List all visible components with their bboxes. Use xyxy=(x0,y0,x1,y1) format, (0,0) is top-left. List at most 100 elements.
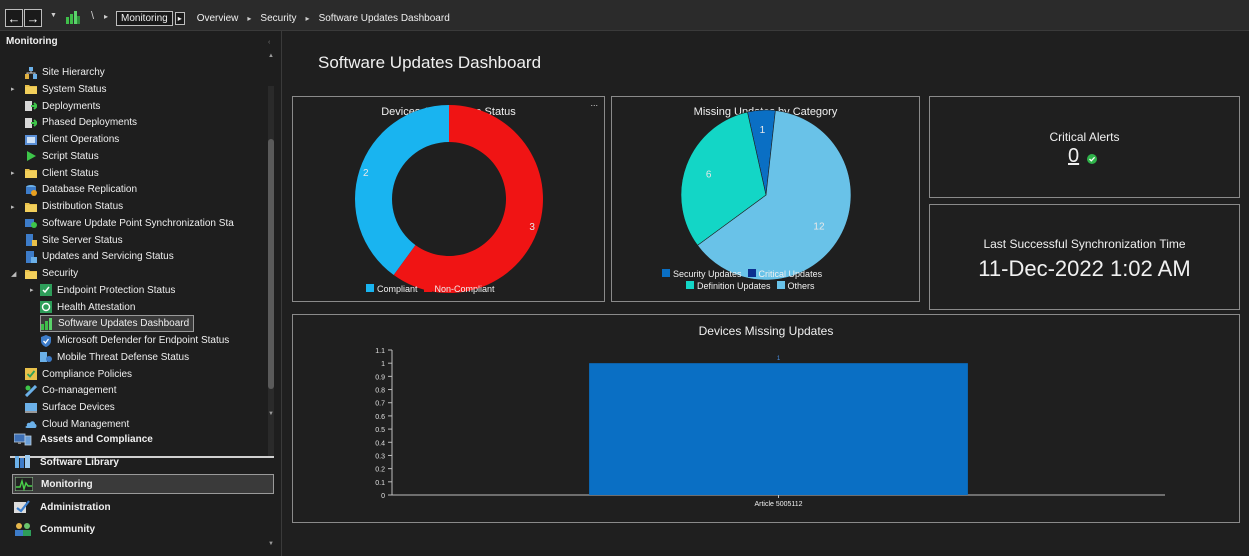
client-operations-icon xyxy=(25,134,37,146)
expand-arrow-icon[interactable]: ▸ xyxy=(11,203,15,211)
back-icon[interactable]: ← xyxy=(5,9,23,27)
scroll-up-icon[interactable]: ▲ xyxy=(268,53,274,59)
chevron-right-icon[interactable]: ▸ xyxy=(174,11,185,25)
critical-alerts-count[interactable]: 0 xyxy=(1068,145,1079,168)
tree-item-software-update-point-synchronization-sta[interactable]: Software Update Point Synchronization St… xyxy=(25,215,234,232)
legend-label: Others xyxy=(787,281,815,291)
tree-item-endpoint-protection-status[interactable]: ▸ Endpoint Protection Status xyxy=(30,282,175,299)
bar-data-label: 1 xyxy=(777,356,781,362)
deployment-icon xyxy=(25,100,39,112)
tree-item-label: Script Status xyxy=(42,150,99,162)
tree-item-deployments[interactable]: Deployments xyxy=(25,98,100,115)
folder-icon xyxy=(25,167,37,179)
tree-item-label: System Status xyxy=(42,83,107,95)
folder-icon xyxy=(25,83,37,95)
tree-item-microsoft-defender-for-endpoint-status[interactable]: Microsoft Defender for Endpoint Status xyxy=(40,332,229,349)
devices-missing-bar-chart: 0 0.1 0.2 0.3 0.4 0.5 0.6 0.7 0.8 0.9 1 1.1 1 Article… xyxy=(375,348,1165,508)
tree-scrollbar-thumb[interactable] xyxy=(268,139,274,389)
y-tick-label: 1 xyxy=(381,361,385,368)
breadcrumb: Monitoring ▸ Overview ▸ Security ▸ Softw… xyxy=(116,9,454,27)
legend-swatch xyxy=(662,269,670,277)
tree-item-label: Phased Deployments xyxy=(42,117,138,129)
expand-arrow-icon[interactable]: ▸ xyxy=(11,169,15,177)
y-tick-label: 0.1 xyxy=(375,480,385,487)
tile-devices-compliance-status[interactable]: Devices Compliance Status ... 23 Complia… xyxy=(292,96,605,302)
y-tick-label: 0.7 xyxy=(375,401,385,408)
workspace-administration[interactable]: Administration xyxy=(12,497,274,517)
root-separator: \ xyxy=(91,10,95,22)
donut-slice-compliant[interactable] xyxy=(355,105,449,276)
tree-item-distribution-status[interactable]: ▸ Distribution Status xyxy=(11,198,124,215)
tree-item-compliance-policies[interactable]: Compliance Policies xyxy=(25,366,132,383)
pane-collapse-icon[interactable]: ‹ xyxy=(268,39,270,46)
forward-icon[interactable]: → xyxy=(24,9,42,27)
software-library-icon xyxy=(14,455,32,469)
health-icon xyxy=(40,301,52,313)
administration-icon xyxy=(14,500,32,514)
tile-devices-missing-updates[interactable]: Devices Missing Updates 0 0.1 0.2 0.3 0.4 0.5… xyxy=(292,314,1240,523)
expand-arrow-icon[interactable]: ▸ xyxy=(11,85,15,93)
workspace-software-library[interactable]: Software Library xyxy=(12,452,274,472)
y-tick-label: 0.8 xyxy=(375,388,385,395)
legend-item-definition-updates: Definition Updates xyxy=(686,281,771,291)
tile-critical-alerts[interactable]: Critical Alerts 0 xyxy=(929,96,1240,198)
app-window: ← → ▼ \ ▸ Monitoring ▸ Overview ▸ Securi… xyxy=(0,0,1249,556)
workspace-monitoring[interactable]: Monitoring xyxy=(12,474,274,494)
y-tick-label: 0.9 xyxy=(375,374,385,381)
pie-label-security-updates: 1 xyxy=(760,125,766,136)
tree-item-database-replication[interactable]: Database Replication xyxy=(25,181,137,198)
legend-item-non-compliant: Non-Compliant xyxy=(423,284,495,294)
compliance-donut-chart: 23 xyxy=(355,105,543,293)
chevron-right-icon: ▸ xyxy=(305,13,310,23)
scroll-down-icon[interactable]: ▼ xyxy=(268,411,274,417)
workspace-assets-and-compliance[interactable]: Assets and Compliance xyxy=(12,429,274,449)
tree-item-label: Compliance Policies xyxy=(42,368,133,380)
tree-item-phased-deployments[interactable]: Phased Deployments xyxy=(25,114,137,131)
tree-item-surface-devices[interactable]: Surface Devices xyxy=(25,399,115,416)
folder-icon xyxy=(25,268,37,280)
breadcrumb-software-updates-dashboard[interactable]: Software Updates Dashboard xyxy=(315,13,454,24)
tree-item-health-attestation[interactable]: Health Attestation xyxy=(40,299,135,316)
tree-item-label: Microsoft Defender for Endpoint Status xyxy=(57,335,230,346)
play-icon xyxy=(25,150,37,162)
tree-item-client-status[interactable]: ▸ Client Status xyxy=(11,165,99,182)
tree-item-client-operations[interactable]: Client Operations xyxy=(25,131,119,148)
assets-icon xyxy=(13,432,32,446)
pie-label-others: 12 xyxy=(813,222,825,233)
tile-missing-updates-by-category[interactable]: Missing Updates by Category 1126 Securit… xyxy=(611,96,920,302)
breadcrumb-monitoring[interactable]: Monitoring xyxy=(116,10,173,26)
history-dropdown-icon[interactable]: ▼ xyxy=(50,12,57,19)
console-root-icon[interactable] xyxy=(66,11,80,24)
breadcrumb-overview[interactable]: Overview xyxy=(193,13,243,24)
tree-item-updates-and-servicing-status[interactable]: Updates and Servicing Status xyxy=(25,248,174,265)
pane-header: Monitoring xyxy=(6,36,58,47)
expand-arrow-icon[interactable]: ▸ xyxy=(30,286,34,294)
tree-item-software-updates-dashboard[interactable]: Software Updates Dashboard xyxy=(40,315,195,333)
chevron-right-icon[interactable]: ▸ xyxy=(104,12,108,21)
tree-item-label: Distribution Status xyxy=(42,201,124,212)
tree-item-mobile-threat-defense-status[interactable]: Mobile Threat Defense Status xyxy=(40,349,189,366)
breadcrumb-security[interactable]: Security xyxy=(256,13,300,24)
tree-item-co-management[interactable]: Co-management xyxy=(24,382,116,399)
collapse-arrow-icon[interactable]: ◢ xyxy=(11,270,16,278)
site-hierarchy-icon xyxy=(25,66,37,79)
tree-item-label: Site Server Status xyxy=(42,234,123,246)
y-tick-label: 0.4 xyxy=(375,440,385,447)
scroll-down-icon[interactable]: ▼ xyxy=(268,541,274,547)
chevron-right-icon: ▸ xyxy=(247,13,252,23)
bar-article-5005112[interactable] xyxy=(589,363,968,495)
legend-label: Critical Updates xyxy=(758,269,823,279)
tree-item-site-hierarchy[interactable]: Site Hierarchy xyxy=(25,64,105,81)
workspace-community[interactable]: Community xyxy=(12,519,274,539)
tree-item-system-status[interactable]: ▸ System Status xyxy=(11,81,107,98)
x-tick-label: Article 5005112 xyxy=(754,501,802,508)
dashboard-icon xyxy=(41,317,53,330)
tree-item-label: Surface Devices xyxy=(42,402,115,413)
legend-label: Non-Compliant xyxy=(434,284,495,294)
tree-item-site-server-status[interactable]: Site Server Status xyxy=(25,232,123,249)
y-tick-label: 0.3 xyxy=(375,453,385,460)
tree-item-script-status[interactable]: Script Status xyxy=(25,148,99,165)
community-icon xyxy=(14,522,32,536)
tree-item-security[interactable]: ◢ Security xyxy=(11,265,78,282)
tile-last-sync-time[interactable]: Last Successful Synchronization Time 11-… xyxy=(929,204,1240,310)
